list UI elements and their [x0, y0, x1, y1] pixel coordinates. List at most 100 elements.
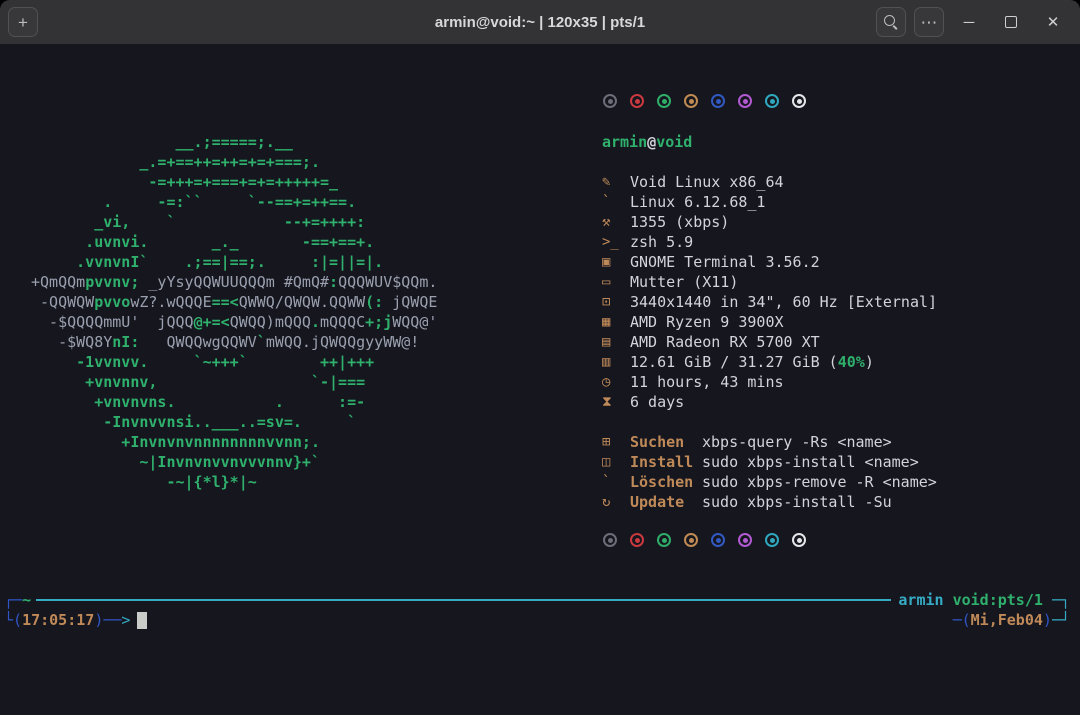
- shell-icon: >_: [602, 232, 630, 252]
- ascii-art-line: _.=+==++=++=+=+===;.: [31, 152, 437, 172]
- terminal-icon: ▣: [602, 252, 630, 272]
- new-tab-button[interactable]: +: [8, 7, 38, 37]
- command-text: sudo xbps-install <name>: [702, 452, 919, 472]
- ascii-art-line: -$WQ8YnI: QWQQwgQQWV`mWQQ.jQWQQgyyWW@!: [31, 332, 437, 352]
- info-row-packages: ⚒1355 (xbps): [602, 212, 937, 232]
- palette-dot-inner: [770, 538, 775, 543]
- ascii-art-line: +Invnvnvnnnnnnnnvvnn;.: [31, 432, 437, 452]
- gpu-icon: ▤: [602, 332, 630, 352]
- packages-icon: ⚒: [602, 212, 630, 232]
- close-button[interactable]: ✕: [1036, 7, 1070, 37]
- ascii-art-segment: mWQQ.jQWQQgyyWW@!: [266, 333, 420, 351]
- ascii-art-segment: +QmQQm: [31, 273, 85, 291]
- ascii-art-segment: . -=:`` `--==+=++==.: [31, 193, 356, 211]
- maximize-icon: [1005, 16, 1017, 28]
- ascii-art-segment: -=+++=+===+=+=+++++=_: [31, 173, 338, 191]
- memory-icon: ▥: [602, 352, 630, 372]
- info-value: 3440x1440 in 34", 60 Hz [External]: [630, 292, 937, 312]
- search-icon: ⊞: [602, 432, 630, 452]
- palette-dot-white: [792, 533, 806, 547]
- command-row-remove: `Löschensudo xbps-remove -R <name>: [602, 472, 937, 492]
- info-value-segment: 12.61 GiB / 31.27 GiB (: [630, 352, 838, 372]
- search-button[interactable]: [876, 7, 906, 37]
- palette-dot-magenta: [738, 533, 752, 547]
- palette-dot-magenta: [738, 94, 752, 108]
- palette-dot-black: [603, 533, 617, 547]
- command-label: Suchen: [630, 432, 702, 452]
- palette-dot-inner: [689, 538, 694, 543]
- palette-dot-inner: [743, 538, 748, 543]
- ascii-art-segment: `: [257, 333, 266, 351]
- user-host-heading: armin@void: [602, 132, 692, 152]
- info-value: Mutter (X11): [630, 272, 738, 292]
- prompt-rule: [36, 599, 891, 601]
- palette-dot-inner: [689, 99, 694, 104]
- info-value-segment: ): [865, 352, 874, 372]
- info-value: GNOME Terminal 3.56.2: [630, 252, 820, 272]
- palette-dot-inner: [770, 99, 775, 104]
- ascii-art-segment: +;j: [365, 313, 392, 331]
- info-value: 11 hours, 43 mins: [630, 372, 784, 392]
- date-paren-open: (: [962, 610, 971, 630]
- ascii-art-segment: QWWQ/QWQW.QQWW: [239, 293, 365, 311]
- ascii-art-segment: +vnvnvns. . :=-: [31, 393, 365, 411]
- prompt-corner-top-right: ─┐: [1052, 590, 1070, 610]
- ascii-art-segment: _yYsyQQWUUQQQm #QmQ#: [139, 273, 329, 291]
- ascii-art-line: -~|{*l}*|~: [31, 472, 437, 492]
- palette-dot-cyan: [765, 533, 779, 547]
- info-row-display: ⊡3440x1440 in 34", 60 Hz [External]: [602, 292, 937, 312]
- minimize-button[interactable]: ─: [952, 7, 986, 37]
- ascii-art-segment: _.=+==++=++=+=+===;.: [31, 153, 320, 171]
- ascii-art-segment: QWQQ)mQQQ: [230, 313, 311, 331]
- ascii-art-segment: WQQ@': [392, 313, 437, 331]
- color-palette-row-bottom: [603, 533, 806, 547]
- palette-dot-inner: [662, 99, 667, 104]
- ascii-art-segment: :: [329, 273, 338, 291]
- palette-dot-inner: [608, 538, 613, 543]
- palette-dot-inner: [797, 538, 802, 543]
- ascii-art-line: __.;=====;.__: [31, 132, 437, 152]
- ascii-art-segment: -QQWQW: [31, 293, 94, 311]
- ascii-art-segment: QQQWUV$QQm.: [338, 273, 437, 291]
- prompt-corner-top-left: ┌─: [4, 590, 22, 610]
- info-value: 6 days: [630, 392, 684, 412]
- info-value: 1355 (xbps): [630, 212, 729, 232]
- prompt-corner-bottom-left: └: [4, 610, 13, 630]
- ascii-art-segment: -~|{*l}*|~: [31, 473, 257, 491]
- ascii-art-line: +vnvnvns. . :=-: [31, 392, 437, 412]
- prompt-arrow-dash: ──: [103, 610, 121, 630]
- command-text: xbps-query -Rs <name>: [702, 432, 892, 452]
- ascii-art-line: -Invnvvnsi..___..=sv=. `: [31, 412, 437, 432]
- ascii-art-segment: .: [311, 313, 320, 331]
- maximize-button[interactable]: [994, 7, 1028, 37]
- terminal-cursor[interactable]: [137, 612, 147, 629]
- info-value: AMD Ryzen 9 3900X: [630, 312, 784, 332]
- os-icon: ✎: [602, 172, 630, 192]
- ascii-art-segment: ~|Invnvnvvnvvvnnv}+`: [31, 453, 320, 471]
- ascii-art-segment: .vvnvnI` .;==|==;. :|=||=|.: [31, 253, 383, 271]
- time-paren-open: (: [13, 610, 22, 630]
- palette-dot-green: [657, 533, 671, 547]
- palette-dot-inner: [716, 538, 721, 543]
- terminal-content[interactable]: armin@void __.;=====;.__ _.=+==++=++=+=+…: [0, 44, 1080, 715]
- info-row-uptime: ◷11 hours, 43 mins: [602, 372, 937, 392]
- ascii-art-segment: -$QQQQmmU' jQQQ: [31, 313, 194, 331]
- ascii-art-line: -QQWQWpvvowZ?.wQQQE==<QWWQ/QWQW.QQWW(: j…: [31, 292, 437, 312]
- ascii-art-segment: pvvo: [94, 293, 130, 311]
- palette-dot-inner: [608, 99, 613, 104]
- command-label: Install: [630, 452, 702, 472]
- info-value: Linux 6.12.68_1: [630, 192, 765, 212]
- command-label: Update: [630, 492, 702, 512]
- titlebar: + armin@void:~ | 120x35 | pts/1 ⋯ ─ ✕: [0, 0, 1080, 45]
- at-separator: @: [647, 133, 656, 151]
- search-icon: [884, 15, 898, 29]
- prompt-session: void:pts/1: [953, 590, 1043, 610]
- package-commands-list: ⊞Suchenxbps-query -Rs <name>◫Installsudo…: [602, 432, 937, 512]
- time-paren-close: ): [94, 610, 103, 630]
- palette-dot-yellow: [684, 94, 698, 108]
- palette-dot-cyan: [765, 94, 779, 108]
- menu-button[interactable]: ⋯: [914, 7, 944, 37]
- command-text: sudo xbps-remove -R <name>: [702, 472, 937, 492]
- ascii-art-line: -$QQQQmmU' jQQQ@+=<QWQQ)mQQQ.mQQQC+;jWQQ…: [31, 312, 437, 332]
- palette-dot-white: [792, 94, 806, 108]
